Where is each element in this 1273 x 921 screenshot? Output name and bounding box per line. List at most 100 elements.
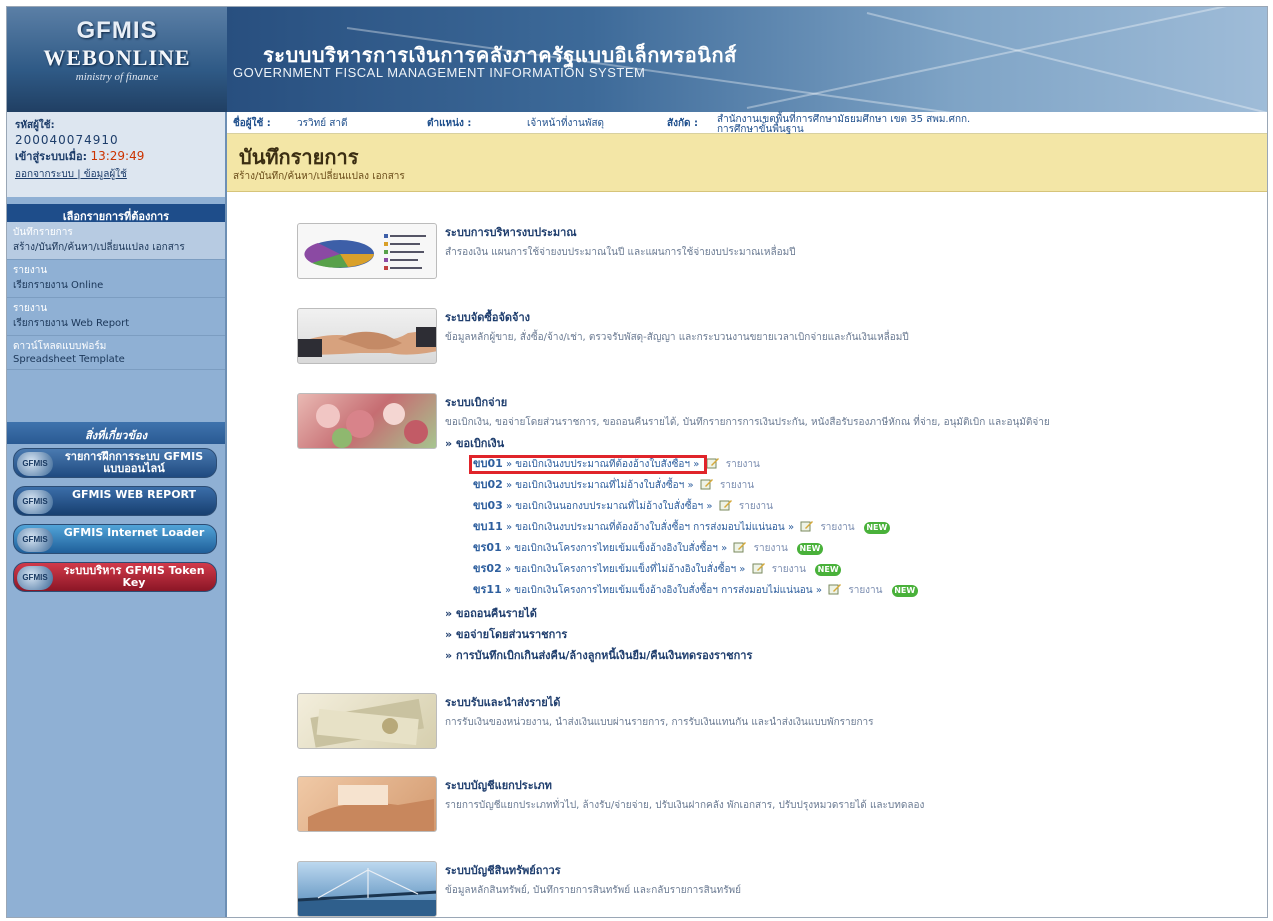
system-procurement-desc: ข้อมูลหลักผู้ขาย, สั่งซื้อ/จ้าง/เช่า, ตร… [445, 332, 909, 343]
system-disbursement-desc: ขอเบิกเงิน, ขอจ่ายโดยส่วนราชการ, ขอถอนคื… [445, 417, 1050, 428]
menu-group-report-online[interactable]: รายงาน เรียกรายงาน Online [7, 260, 225, 298]
gfmis-badge-icon: GFMIS [17, 566, 53, 590]
related-internet-loader-label: GFMIS Internet Loader [63, 526, 205, 539]
form-code: ขบ03 [473, 499, 503, 512]
form-kr11-report-link[interactable]: รายงาน [848, 585, 882, 596]
menu-group-record[interactable]: บันทึกรายการ สร้าง/บันทึก/ค้นหา/เปลี่ยนแ… [7, 222, 225, 260]
menu-group-download[interactable]: ดาวน์โหลดแบบฟอร์ม Spreadsheet Template [7, 336, 225, 370]
system-revenue-link[interactable]: ระบบรับและนำส่งรายได้ [445, 696, 560, 709]
position-label: ตำแหน่ง : [427, 118, 472, 129]
banknotes-thumbnail-icon[interactable] [297, 693, 437, 749]
disbursement-sublist: ขอเบิกเงิน ขบ01 » ขอเบิกเงินงบประมาณที่ต… [445, 434, 1257, 664]
bridge-thumbnail-icon[interactable] [297, 861, 437, 917]
system-info: ระบบรับและนำส่งรายได้ การรับเงินของหน่วย… [445, 693, 1257, 730]
related-internet-loader-button[interactable]: GFMIS GFMIS Internet Loader [13, 524, 217, 554]
system-title-eng: GOVERNMENT FISCAL MANAGEMENT INFORMATION… [233, 65, 646, 80]
form-label: ขอเบิกเงินงบประมาณที่ไม่อ้างใบสั่งซื้อฯ [515, 480, 685, 491]
form-code: ขร11 [473, 583, 502, 596]
form-kb03-report-link[interactable]: รายงาน [739, 501, 773, 512]
system-assets-link[interactable]: ระบบบัญชีสินทรัพย์ถาวร [445, 864, 561, 877]
form-kb02-report-link[interactable]: รายงาน [720, 480, 754, 491]
pencil-icon[interactable] [733, 541, 747, 553]
browser-frame: GFMIS WEBONLINE ministry of finance ระบบ… [6, 6, 1268, 918]
pie-chart-thumbnail-icon[interactable] [297, 223, 437, 279]
menu-header: เลือกรายการที่ต้องการ [7, 204, 225, 223]
system-budget-link[interactable]: ระบบการบริหารงบประมาณ [445, 226, 577, 239]
system-procurement-link[interactable]: ระบบจัดซื้อจัดจ้าง [445, 311, 530, 324]
form-label: ขอเบิกเงินงบประมาณที่ต้องอ้างใบสั่งซื้อฯ… [515, 522, 785, 533]
pencil-icon[interactable] [700, 478, 714, 490]
form-label: ขอเบิกเงินโครงการไทยเข้มแข็งที่ไม่อ้างอิ… [514, 564, 737, 575]
group-pay-link[interactable]: ขอจ่ายโดยส่วนราชการ [445, 625, 1257, 643]
gfmis-badge-icon: GFMIS [17, 528, 53, 552]
form-row-kr11: ขร11 » ขอเบิกเงินโครงการไทยเข้มแข็งอ้างอ… [473, 580, 1257, 601]
form-kr01-report-link[interactable]: รายงาน [754, 543, 788, 554]
form-code: ขบ11 [473, 520, 503, 533]
menu-category: บันทึกรายการ [13, 227, 73, 238]
system-ledger-link[interactable]: ระบบบัญชีแยกประเภท [445, 779, 552, 792]
system-ledger-desc: รายการบัญชีแยกประเภททั่วไป, ล้างรับ/จ่าย… [445, 800, 925, 811]
handshake-thumbnail-icon[interactable] [297, 308, 437, 364]
menu-category: รายงาน [13, 265, 48, 276]
form-kr11-link[interactable]: ขร11 » ขอเบิกเงินโครงการไทยเข้มแข็งอ้างอ… [473, 583, 825, 596]
pencil-icon[interactable] [752, 562, 766, 574]
related-training-button[interactable]: GFMIS รายการฝึกการระบบ GFMIS แบบออนไลน์ [13, 448, 217, 478]
form-row-kb02: ขบ02 » ขอเบิกเงินงบประมาณที่ไม่อ้างใบสั่… [473, 475, 1257, 496]
ledger-thumbnail-icon[interactable] [297, 776, 437, 832]
group-withdraw-link[interactable]: ขอเบิกเงิน [445, 434, 1257, 452]
form-kr02-report-link[interactable]: รายงาน [772, 564, 806, 575]
form-label: ขอเบิกเงินโครงการไทยเข้มแข็งอ้างอิงใบสั่… [514, 543, 718, 554]
group-record-link[interactable]: การบันทึกเบิกเกินส่งคืน/ล้างลูกหนี้เงินย… [445, 646, 1257, 664]
login-time-label: เข้าสู่ระบบเมื่อ: [15, 150, 87, 163]
pencil-icon[interactable] [828, 583, 842, 595]
form-kr02-link[interactable]: ขร02 » ขอเบิกเงินโครงการไทยเข้มแข็งที่ไม… [473, 562, 749, 575]
system-budget: ระบบการบริหารงบประมาณ สำรองเงิน แผนการใช… [297, 223, 1257, 283]
menu-item-spreadsheet-template[interactable]: Spreadsheet Template [13, 354, 219, 365]
form-kb01-report-link[interactable]: รายงาน [726, 459, 760, 470]
form-kb11-report-link[interactable]: รายงาน [820, 522, 854, 533]
position: เจ้าหน้าที่งานพัสดุ [527, 118, 605, 129]
form-kr01-link[interactable]: ขร01 » ขอเบิกเงินโครงการไทยเข้มแข็งอ้างอ… [473, 541, 730, 554]
user-id: 200040074910 [15, 133, 119, 147]
form-kb11-link[interactable]: ขบ11 » ขอเบิกเงินงบประมาณที่ต้องอ้างใบสั… [473, 520, 797, 533]
flowers-thumbnail-icon[interactable] [297, 393, 437, 449]
login-time-row: เข้าสู่ระบบเมื่อ: 13:29:49 [15, 147, 217, 165]
form-code: ขบ01 [473, 457, 503, 470]
system-info: ระบบบัญชีแยกประเภท รายการบัญชีแยกประเภทท… [445, 776, 1257, 813]
form-row-kr01: ขร01 » ขอเบิกเงินโครงการไทยเข้มแข็งอ้างอ… [473, 538, 1257, 559]
system-revenue-desc: การรับเงินของหน่วยงาน, นำส่งเงินแบบผ่านร… [445, 717, 874, 728]
header-banner: ระบบบริหารการเงินการคลังภาครัฐแบบอิเล็กท… [227, 7, 1267, 112]
new-badge: NEW [796, 543, 823, 555]
logout-userinfo-links[interactable]: ออกจากระบบ | ข้อมูลผู้ใช้ [15, 167, 217, 182]
form-code: ขร01 [473, 541, 502, 554]
user-info-bar: ชื่อผู้ใช้ : วรวิทย์ สาดี ตำแหน่ง : เจ้า… [227, 112, 1267, 135]
pencil-icon[interactable] [706, 457, 720, 469]
form-row-kb01: ขบ01 » ขอเบิกเงินงบประมาณที่ต้องอ้างใบสั… [469, 454, 1257, 475]
system-info: ระบบบัญชีสินทรัพย์ถาวร ข้อมูลหลักสินทรัพ… [445, 861, 1257, 898]
form-kb02-link[interactable]: ขบ02 » ขอเบิกเงินงบประมาณที่ไม่อ้างใบสั่… [473, 478, 697, 491]
related-web-report-button[interactable]: GFMIS GFMIS WEB REPORT [13, 486, 217, 516]
form-kb03-link[interactable]: ขบ03 » ขอเบิกเงินนอกงบประมาณที่ไม่อ้างใบ… [473, 499, 716, 512]
related-token-key-label: ระบบบริหาร GFMIS Token Key [63, 564, 205, 589]
menu-item-web-report[interactable]: เรียกรายงาน Web Report [13, 316, 219, 331]
menu-item-create-record[interactable]: สร้าง/บันทึก/ค้นหา/เปลี่ยนแปลง เอกสาร [13, 240, 219, 255]
form-kb01-link[interactable]: ขบ01 » ขอเบิกเงินงบประมาณที่ต้องอ้างใบสั… [469, 455, 707, 474]
pencil-icon[interactable] [800, 520, 814, 532]
form-row-kb03: ขบ03 » ขอเบิกเงินนอกงบประมาณที่ไม่อ้างใบ… [473, 496, 1257, 517]
group-refund-link[interactable]: ขอถอนคืนรายได้ [445, 604, 1257, 622]
menu-group-web-report[interactable]: รายงาน เรียกรายงาน Web Report [7, 298, 225, 336]
pencil-icon[interactable] [719, 499, 733, 511]
form-label: ขอเบิกเงินงบประมาณที่ต้องอ้างใบสั่งซื้อฯ [515, 459, 691, 470]
page-subtitle: สร้าง/บันทึก/ค้นหา/เปลี่ยนแปลง เอกสาร [233, 171, 405, 182]
form-code: ขบ02 [473, 478, 503, 491]
related-training-label: รายการฝึกการระบบ GFMIS แบบออนไลน์ [64, 450, 204, 475]
system-revenue: ระบบรับและนำส่งรายได้ การรับเงินของหน่วย… [297, 693, 1257, 753]
system-disbursement-link[interactable]: ระบบเบิกจ่าย [445, 396, 507, 409]
menu-item-report-online[interactable]: เรียกรายงาน Online [13, 278, 219, 293]
form-code: ขร02 [473, 562, 502, 575]
related-token-key-button[interactable]: GFMIS ระบบบริหาร GFMIS Token Key [13, 562, 217, 592]
form-row-kr02: ขร02 » ขอเบิกเงินโครงการไทยเข้มแข็งที่ไม… [473, 559, 1257, 580]
form-label: ขอเบิกเงินนอกงบประมาณที่ไม่อ้างใบสั่งซื้… [515, 501, 704, 512]
gfmis-logo[interactable]: GFMIS WEBONLINE ministry of finance [7, 7, 227, 112]
system-assets: ระบบบัญชีสินทรัพย์ถาวร ข้อมูลหลักสินทรัพ… [297, 861, 1257, 917]
